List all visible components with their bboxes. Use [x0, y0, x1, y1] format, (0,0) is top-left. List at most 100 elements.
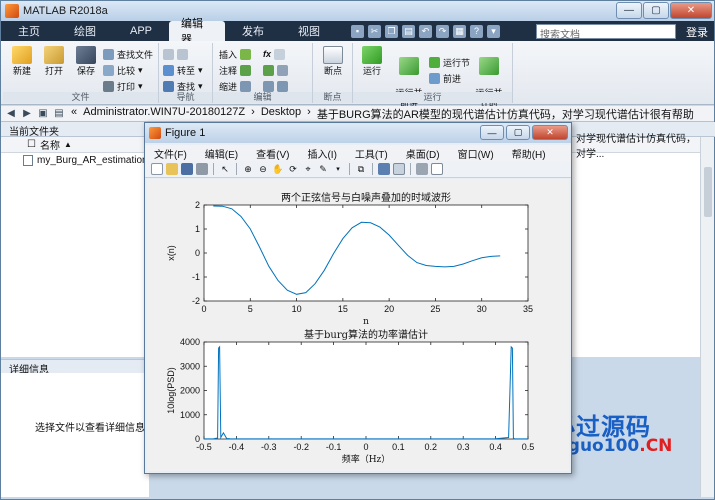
minimize-button[interactable]: —: [616, 2, 642, 19]
find-button[interactable]: 查找 ▾: [163, 79, 203, 93]
indent-adjust-button[interactable]: [263, 79, 288, 93]
menu-file[interactable]: 文件(F): [145, 146, 196, 161]
y-tick-label: 4000: [180, 337, 200, 347]
colorbar-icon[interactable]: [378, 163, 390, 175]
scrollbar-thumb[interactable]: [704, 167, 712, 217]
group-label-breakpoints: 断点: [313, 92, 352, 103]
data-cursor-icon[interactable]: ⌖: [302, 163, 314, 175]
browse-folder-icon[interactable]: ▤: [53, 108, 65, 120]
y-tick-label: 0: [195, 248, 200, 258]
cut-icon[interactable]: ✂: [368, 24, 381, 38]
menu-tools[interactable]: 工具(T): [346, 146, 397, 161]
x-tick-label: -0.3: [261, 442, 277, 452]
forward-arrow-icon[interactable]: ▶: [21, 108, 33, 120]
ribbon-group-navigate: 转至 ▾ 查找 ▾ 导航: [159, 43, 213, 103]
zoom-in-icon[interactable]: ⊕: [242, 163, 254, 175]
print-figure-icon[interactable]: [196, 163, 208, 175]
run-button[interactable]: 运行: [357, 46, 387, 77]
pan-icon[interactable]: ✋: [272, 163, 284, 175]
figure-close-button[interactable]: ✕: [532, 125, 568, 140]
navigate-back-forward[interactable]: [163, 47, 188, 61]
breakpoint-button[interactable]: 断点: [318, 46, 348, 77]
help-icon[interactable]: ?: [470, 24, 483, 38]
menu-view[interactable]: 查看(V): [247, 146, 298, 161]
figure-window[interactable]: Figure 1 — ▢ ✕ 文件(F) 编辑(E) 查看(V) 插入(I) 工…: [144, 122, 572, 474]
percent-icon: [263, 64, 274, 76]
figure-maximize-button[interactable]: ▢: [506, 125, 530, 140]
new-figure-icon[interactable]: [151, 163, 163, 175]
tab-publish[interactable]: 发布: [225, 21, 281, 41]
redo-icon[interactable]: ↷: [436, 24, 449, 38]
menu-edit[interactable]: 编辑(E): [196, 146, 247, 161]
insert-button[interactable]: 插入: [219, 47, 252, 61]
details-header: 详细信息: [1, 359, 149, 376]
figure-icon: [149, 127, 161, 139]
tab-plots[interactable]: 绘图: [57, 21, 113, 41]
print-button[interactable]: 打印 ▾: [103, 79, 143, 93]
fx-button[interactable]: fx: [263, 47, 286, 61]
undo-icon[interactable]: ↶: [419, 24, 432, 38]
y-tick-label: 2: [195, 200, 200, 210]
new-button[interactable]: 新建: [7, 46, 37, 77]
pointer-icon[interactable]: ↖: [219, 163, 231, 175]
menu-insert[interactable]: 插入(I): [298, 146, 345, 161]
indent-button[interactable]: 缩进: [219, 79, 252, 93]
menu-help[interactable]: 帮助(H): [503, 146, 555, 161]
save-icon[interactable]: ▪: [351, 24, 364, 38]
x-tick-label: 0.2: [425, 442, 438, 452]
compare-button[interactable]: 比较 ▾: [103, 63, 143, 77]
wrap-comment-button[interactable]: [263, 63, 288, 77]
find-files-button[interactable]: 查找文件: [103, 47, 153, 61]
x-tick-label: 0.5: [522, 442, 535, 452]
goto-button[interactable]: 转至 ▾: [163, 63, 203, 77]
paste-icon[interactable]: ▤: [402, 24, 415, 38]
x-tick-label: 10: [292, 304, 302, 314]
legend-icon[interactable]: [393, 163, 405, 175]
maximize-button[interactable]: ▢: [643, 2, 669, 19]
comment-button[interactable]: 注释: [219, 63, 252, 77]
search-input[interactable]: 搜索文档: [536, 24, 676, 41]
quick-access-dropdown-icon[interactable]: ▾: [487, 24, 500, 38]
tab-view[interactable]: 视图: [281, 21, 337, 41]
axes-2: [203, 341, 529, 440]
breakpoint-icon: [323, 46, 343, 64]
x-axis-label: n: [363, 317, 369, 327]
advance-button[interactable]: 前进: [429, 71, 461, 85]
list-item[interactable]: my_Burg_AR_estimation.m: [23, 155, 159, 166]
breadcrumb[interactable]: « Administrator.WIN7U-20180127Z › Deskto…: [71, 106, 694, 122]
goto-icon: [163, 64, 174, 76]
close-button[interactable]: ✕: [670, 2, 712, 19]
menu-window[interactable]: 窗口(W): [449, 146, 503, 161]
brush-dropdown-icon[interactable]: ▾: [332, 163, 344, 175]
tab-apps[interactable]: APP: [113, 21, 169, 41]
menu-desktop[interactable]: 桌面(D): [397, 146, 449, 161]
back-icon: [163, 48, 174, 60]
back-arrow-icon[interactable]: ◀: [5, 108, 17, 120]
brush-icon[interactable]: ✎: [317, 163, 329, 175]
chart-title-1: 两个正弦信号与白噪声叠加的时域波形: [281, 191, 451, 204]
copy-icon[interactable]: ❐: [385, 24, 398, 38]
open-file-icon[interactable]: [166, 163, 178, 175]
tab-home[interactable]: 主页: [1, 21, 57, 41]
switch-windows-icon[interactable]: ▦: [453, 24, 466, 38]
show-plot-tools-icon[interactable]: [431, 163, 443, 175]
open-button[interactable]: 打开: [39, 46, 69, 77]
save-figure-icon[interactable]: [181, 163, 193, 175]
up-folder-icon[interactable]: ▣: [37, 108, 49, 120]
matlab-logo-icon: [5, 4, 19, 18]
workspace-scrollbar[interactable]: [700, 137, 714, 497]
login-link[interactable]: 登录: [686, 24, 708, 40]
tab-editor[interactable]: 编辑器: [169, 18, 225, 46]
zoom-out-icon[interactable]: ⊖: [257, 163, 269, 175]
group-label-file: 文件: [3, 92, 158, 103]
figure-minimize-button[interactable]: —: [480, 125, 504, 140]
run-section-button[interactable]: 运行节: [429, 55, 470, 69]
group-label-navigate: 导航: [159, 92, 212, 103]
ribbon-group-file: 新建 打开 保存 查找文件 比较 ▾ 打印 ▾ 文件: [3, 43, 159, 103]
figure-title-bar[interactable]: Figure 1 — ▢ ✕: [145, 123, 571, 143]
rotate-icon[interactable]: ⟳: [287, 163, 299, 175]
folder-open-icon: [44, 46, 64, 64]
link-plot-icon[interactable]: ⧉: [355, 163, 367, 175]
hide-plot-tools-icon[interactable]: [416, 163, 428, 175]
save-button[interactable]: 保存: [71, 46, 101, 77]
